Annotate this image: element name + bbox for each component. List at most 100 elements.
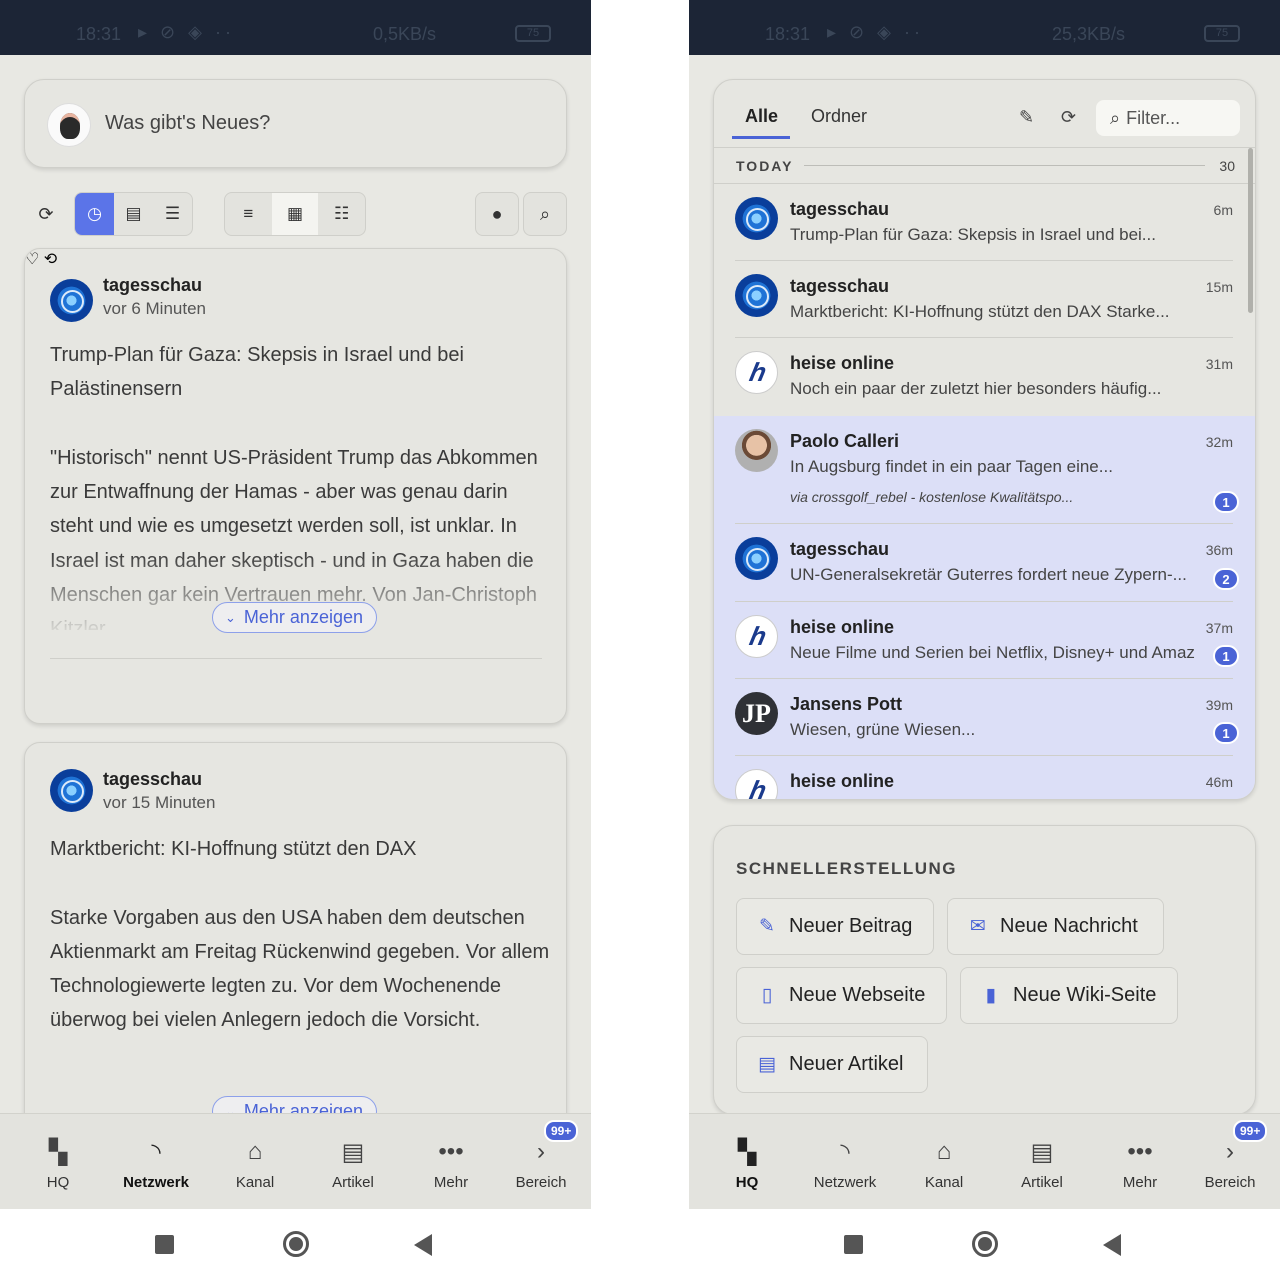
detailed-list-icon[interactable]: ☷: [318, 193, 365, 235]
list-item[interactable]: tagesschau Marktbericht: KI-Hoffnung stü…: [714, 261, 1255, 338]
nav-artikel[interactable]: ▤ Artikel: [308, 1114, 398, 1210]
list-item[interactable]: JP Jansens Pott Wiesen, grüne Wiesen... …: [714, 679, 1255, 756]
heise-logo: h: [735, 615, 778, 658]
tagesschau-logo: [735, 537, 778, 580]
active-tab-indicator: [732, 136, 790, 139]
item-snippet: Marktbericht: KI-Hoffnung stützt den DAX…: [790, 302, 1170, 321]
avatar: [735, 429, 778, 472]
chat-icon[interactable]: ▤: [114, 193, 153, 235]
new-webpage-button[interactable]: ▯ Neue Webseite: [736, 967, 947, 1024]
post-author[interactable]: tagesschau: [103, 769, 202, 790]
nav-artikel[interactable]: ▤ Artikel: [997, 1114, 1087, 1210]
item-time: 15m: [1205, 279, 1233, 295]
post-card: tagesschau vor 15 Minuten Marktbericht: …: [24, 742, 567, 1162]
like-icon[interactable]: ♡: [25, 251, 39, 268]
tagesschau-logo: [735, 274, 778, 317]
nav-mehr[interactable]: ••• Mehr: [1095, 1114, 1185, 1210]
layout-group: ≡ ▦ ☷: [224, 192, 366, 236]
item-name: heise online: [790, 617, 895, 637]
mail-icon: ✉: [970, 916, 986, 937]
show-more-button[interactable]: ⌄ Mehr anzeigen: [212, 602, 377, 633]
nav-netzwerk[interactable]: ◝ Netzwerk: [800, 1114, 890, 1210]
back-icon[interactable]: [414, 1234, 432, 1256]
inbox-tabs: Alle Ordner ✎ ⟳ ⌕: [714, 80, 1255, 148]
chevron-right-icon: ›: [1226, 1138, 1234, 1165]
post-time: vor 6 Minuten: [103, 299, 206, 318]
list-item[interactable]: h heise online Noch ein paar der zuletzt…: [714, 338, 1255, 416]
list-icon[interactable]: ☰: [153, 193, 192, 235]
item-time: 39m: [1205, 697, 1233, 713]
chevron-down-icon: ⌄: [225, 609, 236, 625]
home-button-icon[interactable]: [972, 1231, 998, 1257]
recents-icon[interactable]: [155, 1235, 174, 1254]
nav-hq[interactable]: ▚ HQ: [13, 1114, 103, 1210]
tab-alle[interactable]: Alle: [745, 106, 778, 127]
nav-kanal[interactable]: ⌂ Kanal: [899, 1114, 989, 1210]
nav-bereich[interactable]: › Bereich 99+: [496, 1114, 586, 1210]
show-more-label: Mehr anzeigen: [243, 607, 363, 627]
item-time: 31m: [1205, 356, 1233, 372]
item-time: 37m: [1205, 620, 1233, 636]
search-icon[interactable]: ⌕: [523, 192, 567, 236]
new-message-button[interactable]: ✉ Neue Nachricht: [947, 898, 1164, 955]
section-header: TODAY 30: [714, 148, 1255, 184]
nav-label: Mehr: [1122, 1174, 1158, 1191]
nav-label: Netzwerk: [813, 1174, 877, 1191]
tagesschau-logo: [735, 197, 778, 240]
item-snippet: Neue Filme und Serien bei Netflix, Disne…: [790, 643, 1195, 662]
bottom-navigation: ▚ HQ ◝ Netzwerk ⌂ Kanal ▤ Artikel ••• Me…: [0, 1113, 591, 1209]
rss-icon: ◝: [151, 1138, 161, 1166]
nav-label: Artikel: [332, 1174, 374, 1191]
nav-label: Kanal: [924, 1174, 964, 1191]
search-icon: ⌕: [1110, 107, 1121, 128]
refresh-icon[interactable]: ⟳: [1061, 107, 1076, 128]
refresh-icon[interactable]: ⟳: [34, 202, 58, 226]
new-article-button[interactable]: ▤ Neuer Artikel: [736, 1036, 928, 1093]
compose-box[interactable]: Was gibt's Neues?: [24, 79, 567, 168]
list-item[interactable]: tagesschau UN-Generalsekretär Guterres f…: [714, 524, 1255, 602]
repost-icon[interactable]: ⟲: [44, 251, 57, 268]
item-name: Jansens Pott: [790, 694, 903, 714]
nav-label: Artikel: [1021, 1174, 1063, 1191]
nav-bereich[interactable]: › Bereich 99+: [1185, 1114, 1275, 1210]
home-button-icon[interactable]: [283, 1231, 309, 1257]
more-icon: •••: [438, 1138, 464, 1165]
button-label: Neue Nachricht: [1000, 915, 1138, 937]
system-navigation: [0, 1209, 591, 1280]
list-item[interactable]: tagesschau Trump-Plan für Gaza: Skepsis …: [714, 184, 1255, 261]
compact-icon[interactable]: ≡: [225, 193, 272, 235]
tab-ordner[interactable]: Ordner: [811, 106, 867, 127]
document-icon: ▯: [761, 985, 773, 1006]
edit-icon[interactable]: ✎: [1019, 107, 1034, 128]
status-time: 18:31: [765, 24, 811, 44]
new-post-button[interactable]: ✎ Neuer Beitrag: [736, 898, 934, 955]
item-time: 46m: [1205, 774, 1233, 790]
list-item[interactable]: h heise online Neue Filme und Serien bei…: [714, 602, 1255, 679]
tagesschau-logo: [50, 769, 93, 812]
nav-label: Netzwerk: [123, 1174, 189, 1191]
back-icon[interactable]: [1103, 1234, 1121, 1256]
quick-create-title: SCHNELLERSTELLUNG: [736, 859, 957, 878]
status-bar: 18:31 ▸ ⊘ ◈ ·· 0,5KB/s 75: [0, 0, 591, 55]
item-name: tagesschau: [790, 199, 890, 219]
new-wiki-page-button[interactable]: ▮ Neue Wiki-Seite: [960, 967, 1178, 1024]
nav-netzwerk[interactable]: ◝ Netzwerk: [111, 1114, 201, 1210]
filter-field[interactable]: ⌕: [1096, 100, 1240, 136]
nav-kanal[interactable]: ⌂ Kanal: [210, 1114, 300, 1210]
list-item[interactable]: Paolo Calleri In Augsburg findet in ein …: [714, 416, 1255, 524]
nav-mehr[interactable]: ••• Mehr: [406, 1114, 496, 1210]
nav-hq[interactable]: ▚ HQ: [702, 1114, 792, 1210]
recents-icon[interactable]: [844, 1235, 863, 1254]
grid-icon[interactable]: ▦: [271, 193, 319, 235]
item-time: 36m: [1205, 542, 1233, 558]
divider: [804, 165, 1205, 166]
list-item[interactable]: h heise online 46m: [714, 756, 1255, 799]
clock-icon[interactable]: ◷: [75, 193, 114, 235]
user-avatar: [47, 103, 91, 147]
inbox-panel: Alle Ordner ✎ ⟳ ⌕ TODAY 30 tagesschau Tr…: [713, 79, 1256, 800]
filter-input[interactable]: [1126, 107, 1227, 129]
profile-icon[interactable]: ●: [475, 192, 519, 236]
notification-badge: 99+: [1233, 1120, 1268, 1142]
article-icon: ▤: [1030, 1138, 1054, 1166]
post-author[interactable]: tagesschau: [103, 275, 202, 296]
